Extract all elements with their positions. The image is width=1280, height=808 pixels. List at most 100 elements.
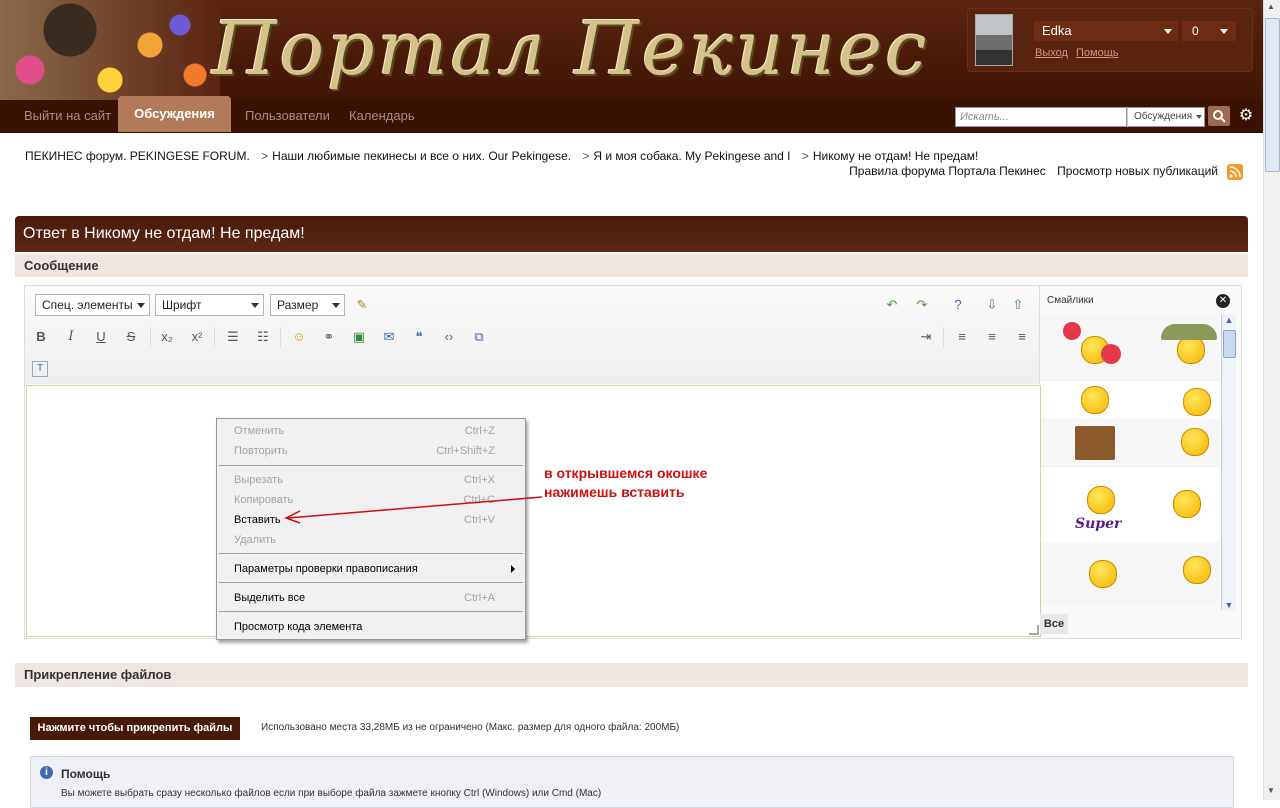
new-posts-link[interactable]: Просмотр новых публикаций <box>1057 164 1218 178</box>
menu-item-label: Выделить все <box>234 592 306 604</box>
bullet-list-icon[interactable]: ☰ <box>224 329 242 345</box>
rules-link[interactable]: Правила форума Портала Пекинес <box>849 164 1046 178</box>
resize-handle[interactable] <box>1029 625 1039 635</box>
smiley-scrollbar[interactable]: ▲ ▼ <box>1221 314 1236 610</box>
menu-item-redo[interactable]: Повторить Ctrl+Shift+Z <box>217 441 525 461</box>
forum-links: Правила форума Портала Пекинес Просмотр … <box>841 164 1218 178</box>
breadcrumb-separator: > <box>801 149 809 163</box>
search-scope-value: Обсуждения <box>1134 111 1193 122</box>
smiley-lasso[interactable] <box>1089 560 1117 588</box>
chevron-down-icon <box>332 303 340 308</box>
message-section-header: Сообщение <box>15 254 1248 277</box>
smiley-mariachi[interactable] <box>1177 336 1205 364</box>
smileys-header: Смайлики <box>1047 295 1094 306</box>
underline-icon[interactable]: U <box>92 329 110 345</box>
scroll-up-icon[interactable]: ▲ <box>1267 2 1275 11</box>
quote-icon[interactable]: ❝ <box>410 329 428 345</box>
chevron-down-icon <box>1196 115 1202 119</box>
nav-item-calendar[interactable]: Календарь <box>349 100 415 132</box>
menu-item-delete[interactable]: Удалить <box>217 530 525 550</box>
nav-item-site[interactable]: Выйти на сайт <box>24 100 111 132</box>
menu-item-inspect[interactable]: Просмотр кода элемента <box>217 617 525 637</box>
annotation-text: в открывшемся окошке нажимешь вставить <box>544 464 707 502</box>
menu-item-label: Вырезать <box>234 474 283 486</box>
help-link[interactable]: Помощь <box>1076 47 1119 59</box>
scroll-down-icon[interactable]: ▼ <box>1223 600 1235 610</box>
menu-item-label: Удалить <box>234 534 276 546</box>
rss-icon[interactable] <box>1227 164 1243 180</box>
logo-image[interactable] <box>0 0 220 100</box>
code-icon[interactable]: ‹› <box>440 329 458 345</box>
menu-divider <box>219 465 523 466</box>
smiley-angry[interactable] <box>1183 388 1211 416</box>
special-elements-dropdown[interactable]: Спец. элементы <box>35 294 150 316</box>
nav-item-users[interactable]: Пользователи <box>245 100 330 132</box>
gear-icon[interactable]: ⚙ <box>1238 106 1254 126</box>
align-left-icon[interactable]: ≡ <box>953 329 971 345</box>
breadcrumb-item[interactable]: Я и моя собака. My Pekingese and I <box>593 149 790 163</box>
image-icon[interactable]: ▣ <box>350 329 368 345</box>
breadcrumb-item[interactable]: ПЕКИНЕС форум. PEKINGESE FORUM. <box>25 149 250 163</box>
menu-item-select-all[interactable]: Выделить все Ctrl+A <box>217 588 525 608</box>
superscript-icon[interactable]: x² <box>188 329 206 345</box>
font-dropdown[interactable]: Шрифт <box>155 294 264 316</box>
search-input[interactable]: Искать... <box>955 107 1127 127</box>
nav-item-discussions[interactable]: Обсуждения <box>118 96 231 132</box>
align-center-icon[interactable]: ≡ <box>983 329 1001 345</box>
chevron-down-icon <box>137 303 145 308</box>
toolbar-divider <box>214 327 215 347</box>
subscript-icon[interactable]: x₂ <box>158 329 176 345</box>
attach-files-button[interactable]: Нажмите чтобы прикрепить файлы <box>30 717 240 740</box>
scroll-down-icon[interactable]: ▼ <box>1267 786 1275 795</box>
notifications-button[interactable]: 0 <box>1182 21 1236 41</box>
menu-item-undo[interactable]: Отменить Ctrl+Z <box>217 421 525 441</box>
search-button[interactable] <box>1208 106 1230 126</box>
scroll-up-icon[interactable]: ▲ <box>1223 314 1235 326</box>
size-dropdown[interactable]: Размер <box>270 294 345 316</box>
close-icon[interactable]: ✕ <box>1216 294 1230 308</box>
breadcrumb-item[interactable]: Никому не отдам! Не предам! <box>813 149 978 163</box>
bold-icon[interactable]: B <box>32 329 50 345</box>
page-scroll-thumb[interactable] <box>1265 18 1280 172</box>
undo-icon[interactable]: ↶ <box>883 297 901 313</box>
numbered-list-icon[interactable]: ☷ <box>254 329 272 345</box>
remove-format-icon[interactable]: ✎ <box>353 297 371 313</box>
menu-item-label: Вставить <box>234 514 281 526</box>
smiley-clap[interactable] <box>1173 490 1201 518</box>
smiley-scroll-thumb[interactable] <box>1223 330 1236 358</box>
save-draft-icon[interactable]: ⇧ <box>1009 297 1027 313</box>
sombrero-decoration <box>1161 324 1217 340</box>
menu-divider <box>219 553 523 554</box>
smileys-all-button[interactable]: Все <box>1040 614 1068 634</box>
strikethrough-icon[interactable]: S <box>122 329 140 345</box>
help-icon[interactable]: ? <box>949 297 967 313</box>
menu-item-spellcheck[interactable]: Параметры проверки правописания <box>217 559 525 579</box>
load-draft-icon[interactable]: ⇩ <box>983 297 1001 313</box>
user-menu-button[interactable]: Edka <box>1034 21 1178 41</box>
italic-icon[interactable]: I <box>62 329 80 345</box>
logout-link[interactable]: Выход <box>1035 47 1068 59</box>
smiley-surprised[interactable] <box>1183 556 1211 584</box>
chevron-down-icon <box>251 303 259 308</box>
special-elements-label: Спец. элементы <box>42 298 133 312</box>
email-icon[interactable]: ✉ <box>380 329 398 345</box>
breadcrumb-item[interactable]: Наши любимые пекинесы и все о них. Our P… <box>272 149 571 163</box>
redo-icon[interactable]: ↷ <box>913 297 931 313</box>
smiley-grid: Super <box>1041 314 1219 606</box>
menu-divider <box>219 611 523 612</box>
avatar[interactable] <box>975 14 1013 66</box>
media-icon[interactable]: ⧉ <box>470 329 488 345</box>
smiley-laugh[interactable] <box>1181 428 1209 456</box>
chevron-down-icon <box>1220 29 1228 34</box>
source-mode-icon[interactable]: T <box>32 361 48 377</box>
smiley-super[interactable] <box>1087 486 1115 514</box>
search-scope-select[interactable]: Обсуждения <box>1127 107 1205 127</box>
indent-icon[interactable]: ⇥ <box>917 329 935 345</box>
link-icon[interactable]: ⚭ <box>320 329 338 345</box>
toolbar-divider <box>280 327 281 347</box>
site-logo-text[interactable]: Портал Пекинес <box>212 6 930 92</box>
align-right-icon[interactable]: ≡ <box>1013 329 1031 345</box>
annotation-arrow <box>284 496 543 524</box>
smiley-smile[interactable] <box>1081 386 1109 414</box>
emoticon-icon[interactable]: ☺ <box>290 329 308 345</box>
